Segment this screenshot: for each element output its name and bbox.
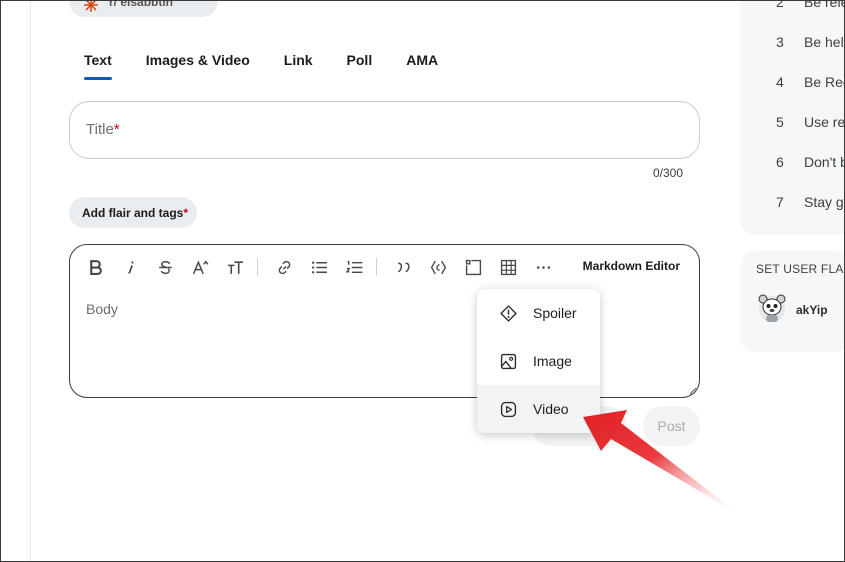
link-icon[interactable]	[275, 258, 293, 276]
superscript-icon[interactable]	[191, 258, 209, 276]
body-editor[interactable]: Markdown Editor Body	[69, 244, 700, 398]
required-mark: *	[113, 121, 120, 138]
username[interactable]: akYip	[796, 303, 828, 317]
community-icon	[84, 0, 98, 12]
community-name: r/ elsabbtin	[109, 0, 174, 9]
body-placeholder: Body	[86, 301, 118, 317]
left-divider	[30, 0, 31, 562]
required-mark: *	[183, 206, 189, 220]
table-icon[interactable]	[499, 258, 517, 276]
tab-images-video[interactable]: Images & Video	[146, 52, 250, 78]
menu-item-label: Image	[533, 353, 572, 369]
rule-item[interactable]: 7Stay gu	[776, 194, 845, 210]
heading-icon[interactable]	[226, 258, 244, 276]
menu-item-spoiler[interactable]: Spoiler	[477, 289, 600, 337]
post-type-tabs: Text Images & Video Link Poll AMA	[84, 52, 438, 80]
add-flair-label: Add flair and tags	[82, 206, 184, 220]
toolbar-divider	[376, 258, 377, 276]
menu-item-image[interactable]: Image	[477, 337, 600, 385]
editor-toolbar	[86, 257, 569, 277]
italic-icon[interactable]	[121, 258, 139, 276]
resize-handle-icon[interactable]	[689, 387, 697, 395]
quote-icon[interactable]	[394, 258, 412, 276]
title-input[interactable]: Title*	[69, 101, 700, 159]
tab-link[interactable]: Link	[284, 52, 313, 78]
menu-item-label: Spoiler	[533, 305, 577, 321]
tab-ama[interactable]: AMA	[406, 52, 438, 78]
menu-item-label: Video	[533, 401, 569, 417]
menu-item-video[interactable]: Video	[477, 385, 600, 433]
avatar[interactable]	[757, 292, 787, 324]
video-icon	[500, 401, 517, 417]
title-placeholder: Title*	[86, 121, 120, 138]
more-options-menu: Spoiler Image Video	[477, 289, 600, 433]
image-icon	[500, 353, 517, 369]
strikethrough-icon[interactable]	[156, 258, 174, 276]
rule-item[interactable]: 6 Don't b	[776, 154, 845, 170]
tab-text[interactable]: Text	[84, 52, 112, 80]
rule-item[interactable]: 4Be Rec	[776, 74, 845, 90]
rule-item[interactable]: 3Be help	[776, 34, 845, 50]
numbered-list-icon[interactable]	[345, 258, 363, 276]
bold-icon[interactable]	[86, 258, 104, 276]
spoiler-icon	[500, 304, 517, 322]
tab-poll[interactable]: Poll	[347, 52, 373, 78]
markdown-editor-toggle[interactable]: Markdown Editor	[583, 259, 680, 273]
community-selector[interactable]: r/ elsabbtin	[69, 0, 218, 17]
add-flair-button[interactable]: Add flair and tags*	[69, 197, 197, 228]
more-icon[interactable]	[534, 258, 552, 276]
code-icon[interactable]	[429, 258, 447, 276]
rule-item[interactable]: 2 Be rele	[776, 0, 845, 10]
toolbar-divider	[257, 258, 258, 276]
rule-item[interactable]: 5 Use rel	[776, 114, 845, 130]
title-char-counter: 0/300	[653, 166, 684, 180]
user-flair-title: SET USER FLAIR	[756, 262, 845, 276]
post-button[interactable]: Post	[643, 406, 700, 446]
code-block-icon[interactable]	[464, 258, 482, 276]
bullet-list-icon[interactable]	[310, 258, 328, 276]
